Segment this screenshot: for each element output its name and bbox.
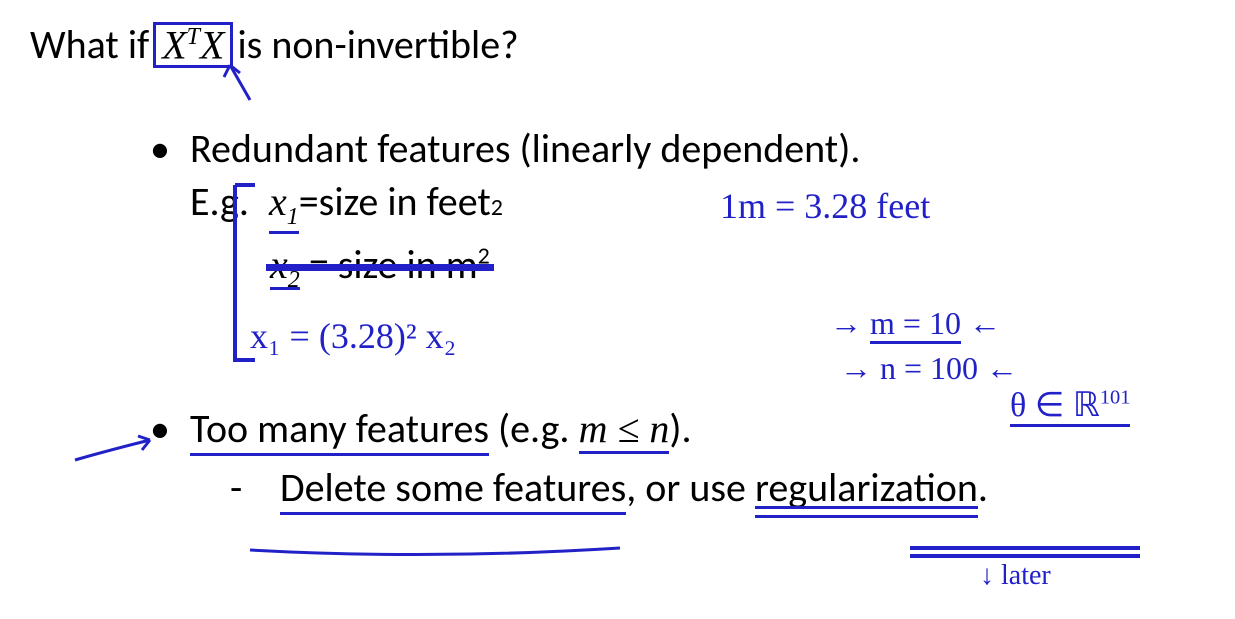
ann-later: ↓ later <box>980 560 1051 592</box>
x1-sup: 2 <box>491 193 503 222</box>
x1-desc: size in feet <box>319 177 491 226</box>
ann-conversion: 1m = 3.28 feet <box>720 185 930 227</box>
eg-line-1: E.g. x1 = size in feet2 <box>190 177 1205 234</box>
bullet-dot-2: • <box>150 404 190 453</box>
bullet-redundant: • Redundant features (linearly dependent… <box>150 124 1205 173</box>
title-suffix: is non-invertible? <box>237 20 518 69</box>
title-math-sup: T <box>187 24 200 50</box>
x1-var: x1 <box>269 178 299 234</box>
sub-bullet: - Delete some features, or use regulariz… <box>230 463 1205 512</box>
annotation-overlay <box>0 0 1235 619</box>
sub-text: Delete some features, or use regularizat… <box>280 463 988 512</box>
page-title: What if XTX is non-invertible? <box>30 20 1205 69</box>
eg-label: E.g. <box>190 177 249 226</box>
ann-relation: x₁ = (3.28)² x₂ <box>250 315 456 357</box>
bullet1-text: Redundant features (linearly dependent). <box>190 124 1205 173</box>
ann-m: → m = 10 ← <box>830 305 1001 342</box>
title-prefix: What if <box>30 20 149 69</box>
title-math-x1: X <box>162 22 186 67</box>
bullet-dot: • <box>150 124 190 173</box>
slide: What if XTX is non-invertible? • Redunda… <box>0 0 1235 619</box>
bullet2-text-c: ). <box>669 404 691 453</box>
x2-struck: x2 = size in m2 <box>270 240 490 294</box>
title-math-x2: X <box>200 22 224 67</box>
xtx-box: XTX <box>153 22 233 68</box>
ann-theta: θ ∈ ℝ101 <box>1010 385 1130 425</box>
ann-n: → n = 100 ← <box>840 350 1018 387</box>
bullet2-text-a: Too many features <box>190 404 489 456</box>
eg-line-2: x2 = size in m2 <box>270 240 1205 294</box>
bullet2-text-b: (e.g. <box>489 404 579 453</box>
x1-eq: = <box>299 177 319 226</box>
mn-expr: m ≤ n <box>579 406 670 454</box>
dash: - <box>230 463 280 512</box>
